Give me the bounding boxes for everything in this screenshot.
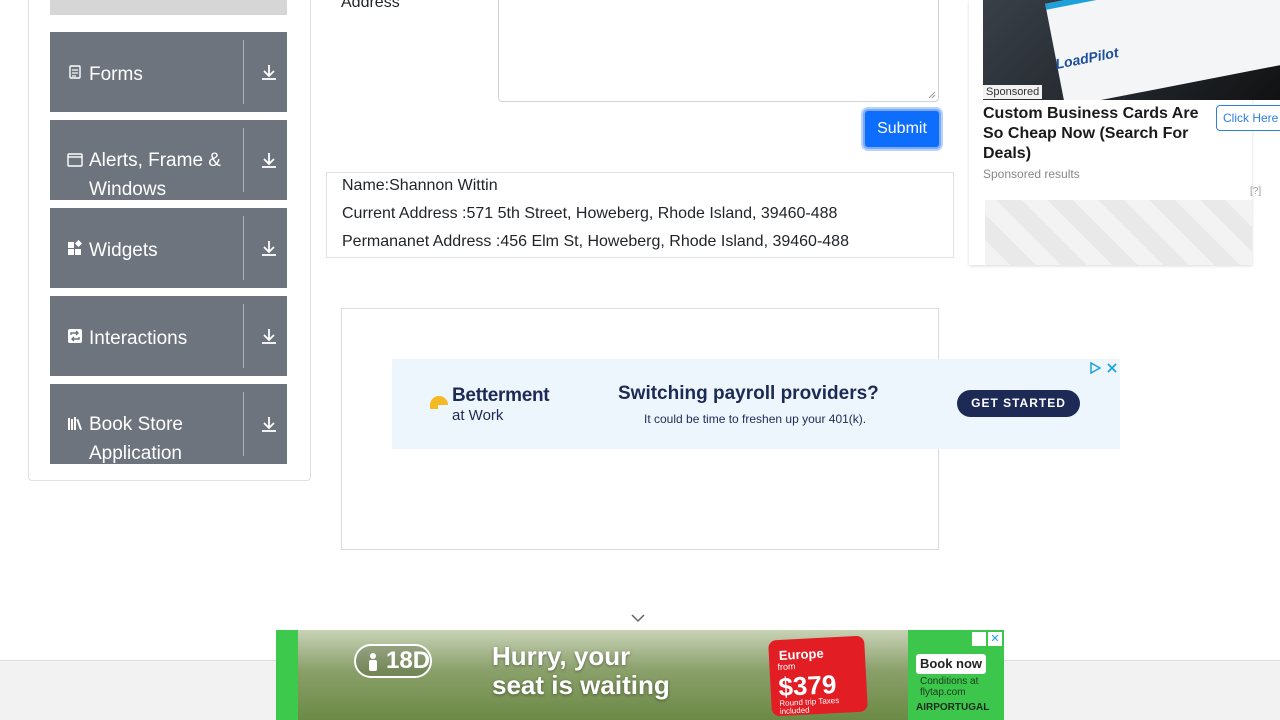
airline-headline: Hurry, your seat is waiting: [492, 642, 670, 700]
price-badge: Europe from $379 Round trip Taxes includ…: [768, 635, 868, 717]
divider: [243, 128, 244, 192]
sponsored-tag: Sponsored: [983, 85, 1043, 99]
permanent-address-label: Address: [341, 0, 400, 11]
divider: [243, 216, 244, 280]
sidebar-group-label: Book Store Application: [89, 414, 183, 464]
adchoices-icon[interactable]: [1089, 362, 1101, 374]
ad-accent: [276, 630, 298, 720]
download-icon[interactable]: [259, 238, 279, 258]
sidebar-group-forms[interactable]: Forms: [50, 32, 287, 112]
window-icon: [67, 153, 83, 167]
betterment-cta-button[interactable]: GET STARTED: [957, 390, 1080, 417]
output-name: Name:Shannon Wittin: [342, 177, 498, 194]
divider: [243, 392, 244, 456]
submit-button[interactable]: Submit: [863, 109, 941, 149]
sidebar-group-interactions[interactable]: Interactions: [50, 296, 287, 376]
betterment-brand-sub: at Work: [452, 407, 504, 424]
sponsored-results: Sponsored results: [983, 167, 1080, 181]
countdown-badge: 18D: [354, 644, 432, 678]
ad-pattern: [985, 200, 1252, 265]
books-icon: [68, 417, 82, 430]
divider: [243, 40, 244, 104]
betterment-brand: Betterment: [452, 385, 550, 406]
conditions-text: Conditions at flytap.com: [920, 676, 979, 698]
betterment-logo-icon: [430, 396, 448, 409]
help-link[interactable]: [?]: [1250, 186, 1261, 197]
sidebar-group-alerts[interactable]: Alerts, Frame & Windows: [50, 120, 287, 200]
sponsored-title[interactable]: Custom Business Cards Are So Cheap Now (…: [983, 104, 1213, 164]
sidebar-group-label: Forms: [89, 64, 143, 85]
download-icon[interactable]: [259, 150, 279, 170]
sidebar-group-label: Alerts, Frame & Windows: [89, 150, 221, 200]
output-permanent-address: Permananet Address :456 Elm St, Howeberg…: [342, 233, 849, 250]
output-panel: Name:Shannon Wittin Current Address :571…: [326, 172, 954, 258]
close-icon[interactable]: [1106, 362, 1118, 374]
price-note: Round trip Taxes included: [779, 695, 840, 717]
divider: [243, 304, 244, 368]
resize-handle-icon[interactable]: [928, 91, 936, 99]
sponsored-cta-button[interactable]: Click Here: [1216, 105, 1280, 131]
sidebar-group-bookstore[interactable]: Book Store Application: [50, 384, 287, 464]
sponsored-ad[interactable]: LoadPilot Sponsored Custom Business Card…: [969, 0, 1280, 265]
adchoices-icon[interactable]: [972, 632, 986, 646]
betterment-ad[interactable]: Betterment at Work Switching payroll pro…: [392, 359, 1120, 449]
interactions-icon: [68, 329, 82, 343]
airline-headline-line: seat is waiting: [492, 670, 670, 700]
person-icon: [369, 653, 377, 671]
close-icon[interactable]: ✕: [988, 632, 1002, 646]
betterment-headline: Switching payroll providers?: [618, 383, 879, 404]
download-icon[interactable]: [259, 326, 279, 346]
sidebar-group-label: Widgets: [89, 240, 158, 261]
airline-brand: AIRPORTUGAL: [916, 702, 990, 713]
permanent-address-input[interactable]: [498, 0, 939, 102]
price-destination: Europe: [778, 645, 825, 664]
airline-ad[interactable]: 18D Hurry, your seat is waiting Europe f…: [276, 630, 1004, 720]
widgets-icon: [68, 240, 83, 255]
sidebar-group-widgets[interactable]: Widgets: [50, 208, 287, 288]
countdown-text: 18D: [386, 647, 431, 674]
book-now-button[interactable]: Book now: [916, 654, 986, 674]
airline-headline-line: Hurry, your: [492, 641, 631, 671]
form-icon: [69, 65, 81, 79]
download-icon[interactable]: [259, 62, 279, 82]
output-current-address: Current Address :571 5th Street, Howeber…: [342, 205, 838, 222]
betterment-text: It could be time to freshen up your 401(…: [644, 412, 867, 426]
sidebar-group-collapsed[interactable]: [50, 0, 287, 15]
download-icon[interactable]: [259, 414, 279, 434]
chevron-down-icon[interactable]: [630, 612, 646, 624]
sidebar-group-label: Interactions: [89, 328, 188, 349]
